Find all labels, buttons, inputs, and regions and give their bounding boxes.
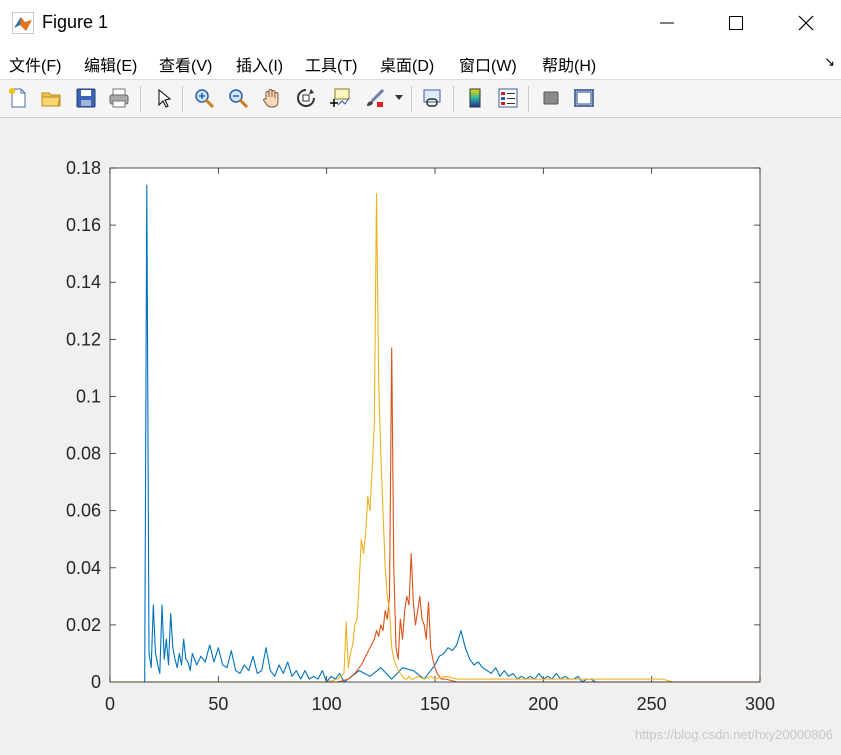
- y-tick-label: 0.12: [66, 329, 101, 349]
- insert-colorbar-icon[interactable]: [462, 85, 488, 111]
- line-chart[interactable]: 0 50 100 150 200 250 300 0 0.02 0.04 0.06 0.08 0.1 0…: [0, 118, 841, 750]
- select-pointer-icon[interactable]: [151, 85, 177, 111]
- toolbar-separator: [140, 86, 141, 112]
- rotate-3d-icon[interactable]: [293, 85, 319, 111]
- new-figure-icon[interactable]: [5, 85, 31, 111]
- y-tick-label: 0.16: [66, 215, 101, 235]
- dock-arrow-icon[interactable]: ↘: [824, 54, 835, 70]
- x-tick-label: 150: [420, 694, 450, 714]
- toolbar-separator: [182, 86, 183, 112]
- menu-file[interactable]: 文件(F): [9, 52, 61, 76]
- zoom-in-icon[interactable]: [191, 85, 217, 111]
- menu-desktop[interactable]: 桌面(D): [380, 52, 434, 76]
- y-tick-label: 0.14: [66, 272, 101, 292]
- zoom-out-icon[interactable]: [225, 85, 251, 111]
- menu-view[interactable]: 查看(V): [159, 52, 212, 76]
- data-cursor-icon[interactable]: [327, 85, 353, 111]
- maximize-button[interactable]: [701, 0, 771, 46]
- matlab-logo-icon: [12, 12, 34, 34]
- menu-window[interactable]: 窗口(W): [459, 52, 517, 76]
- y-tick-label: 0.08: [66, 444, 101, 464]
- pan-hand-icon[interactable]: [259, 85, 285, 111]
- toolbar-separator: [528, 86, 529, 112]
- close-icon: [798, 15, 814, 31]
- y-tick-label: 0.04: [66, 558, 101, 578]
- insert-legend-icon[interactable]: [495, 85, 521, 111]
- x-tick-label: 0: [105, 694, 115, 714]
- x-tick-label: 300: [745, 694, 775, 714]
- minimize-button[interactable]: [632, 0, 702, 46]
- x-tick-label: 250: [637, 694, 667, 714]
- axes-background: [110, 168, 760, 682]
- brush-dropdown-icon[interactable]: [392, 85, 406, 111]
- figure-canvas: 0 50 100 150 200 250 300 0 0.02 0.04 0.06 0.08 0.1 0…: [0, 118, 841, 750]
- y-tick-label: 0.06: [66, 501, 101, 521]
- y-tick-label: 0: [91, 672, 101, 692]
- window-title: Figure 1: [42, 12, 109, 32]
- y-tick-label: 0.1: [76, 386, 101, 406]
- toolbar-separator: [411, 86, 412, 112]
- close-button[interactable]: [771, 0, 841, 46]
- title-bar: Figure 1: [0, 0, 841, 47]
- toolbar-separator: [453, 86, 454, 112]
- link-plot-icon[interactable]: [419, 85, 445, 111]
- x-tick-label: 100: [312, 694, 342, 714]
- figure-toolbar: [0, 80, 841, 118]
- save-icon[interactable]: [73, 85, 99, 111]
- menu-tools[interactable]: 工具(T): [305, 52, 357, 76]
- x-tick-label: 200: [528, 694, 558, 714]
- print-icon[interactable]: [106, 85, 132, 111]
- hide-plot-tools-icon[interactable]: [538, 85, 564, 111]
- menu-help[interactable]: 帮助(H): [542, 52, 596, 76]
- menu-edit[interactable]: 编辑(E): [84, 52, 137, 76]
- x-tick-label: 50: [208, 694, 228, 714]
- maximize-icon: [729, 16, 743, 30]
- open-file-icon[interactable]: [38, 85, 64, 111]
- brush-icon[interactable]: [362, 85, 388, 111]
- menu-insert[interactable]: 插入(I): [236, 52, 283, 76]
- menu-bar: 文件(F) 编辑(E) 查看(V) 插入(I) 工具(T) 桌面(D) 窗口(W…: [0, 46, 841, 80]
- show-plot-tools-icon[interactable]: [571, 85, 597, 111]
- y-tick-label: 0.18: [66, 158, 101, 178]
- watermark-text: https://blog.csdn.net/hxy20000806: [634, 727, 833, 742]
- minimize-icon: [660, 22, 674, 24]
- y-tick-label: 0.02: [66, 615, 101, 635]
